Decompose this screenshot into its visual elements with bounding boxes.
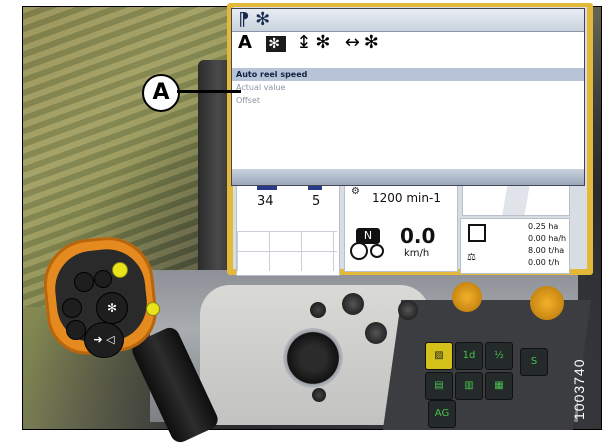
scale-icon: ⚖	[467, 252, 476, 263]
keypad-key[interactable]: ½	[485, 342, 513, 370]
engine-icon: ⚙	[351, 186, 360, 197]
counter-left: 34	[257, 194, 274, 209]
handle-button[interactable]	[74, 272, 94, 292]
auto-mode-icon[interactable]: A	[238, 32, 256, 53]
yellow-button[interactable]	[112, 262, 128, 278]
popup-footer	[232, 169, 584, 185]
small-button[interactable]	[312, 388, 326, 402]
menu-item-auto-reel-speed[interactable]: Auto reel speed	[232, 68, 584, 81]
menu-item-actual-value[interactable]: Actual value	[232, 81, 584, 94]
area-icon	[468, 224, 486, 242]
keypad-key[interactable]: ▦	[485, 372, 513, 400]
counter-marker-right	[308, 186, 322, 190]
reel-speed-icon[interactable]: ✻	[266, 36, 286, 52]
cell-grid	[237, 231, 337, 271]
small-button[interactable]	[310, 302, 326, 318]
reel-settings-popup: ⁋ ✻ A ✻ ↨✻ ↔✻ Auto reel speed Actual val…	[231, 8, 585, 186]
reel-height-icon[interactable]: ↨✻	[296, 32, 334, 53]
keypad-key[interactable]: 1d	[455, 342, 483, 370]
rotary-knob-orange[interactable]	[530, 286, 564, 320]
rotary-knob-orange[interactable]	[452, 282, 482, 312]
handle-button[interactable]	[66, 320, 86, 340]
map-strip	[462, 184, 570, 216]
engine-speed-readout: 1200 min-1	[372, 191, 441, 205]
counter-marker-left	[257, 186, 277, 190]
yield-tha: 8.00 t/ha	[528, 246, 565, 255]
popup-header: ⁋ ✻	[232, 9, 584, 32]
rotary-knob-black[interactable]	[398, 300, 418, 320]
rotary-knob-black[interactable]	[342, 293, 364, 315]
mode-icon-bar: A ✻ ↨✻ ↔✻	[232, 32, 584, 54]
keypad-key[interactable]: S	[520, 348, 548, 376]
counter-right: 5	[312, 194, 321, 209]
handle-button[interactable]	[94, 270, 112, 288]
callout-leader-line	[177, 90, 241, 93]
area-ha: 0.25 ha	[528, 222, 559, 231]
handle-button-reel[interactable]: ✻	[96, 292, 128, 324]
callout-a: A	[142, 74, 180, 112]
icon-bar-divider	[232, 54, 584, 68]
area-rate: 0.00 ha/h	[528, 234, 567, 243]
speed-value: 0.0	[400, 224, 436, 248]
rotary-knob-black[interactable]	[365, 322, 387, 344]
menu-item-offset[interactable]: Offset	[232, 94, 584, 107]
speed-unit: km/h	[404, 248, 430, 259]
keypad-key-ag[interactable]: AG	[428, 400, 456, 428]
keypad-key[interactable]: ▤	[425, 372, 453, 400]
keypad-key[interactable]: ▥	[455, 372, 483, 400]
figure-id: 1003740	[571, 358, 587, 420]
yield-th: 0.00 t/h	[528, 258, 560, 267]
reel-header-icon: ⁋ ✻	[238, 9, 271, 30]
handle-button[interactable]	[62, 298, 82, 318]
handle-rocker-switch[interactable]: ➜ ◁	[84, 322, 124, 358]
keypad-key[interactable]: ▨	[425, 342, 453, 370]
counter-cell	[236, 184, 340, 276]
jog-dial[interactable]	[283, 328, 343, 388]
reel-fore-aft-icon[interactable]: ↔✻	[345, 32, 383, 53]
yellow-button[interactable]	[146, 302, 160, 316]
tractor-icon: N	[350, 228, 384, 260]
